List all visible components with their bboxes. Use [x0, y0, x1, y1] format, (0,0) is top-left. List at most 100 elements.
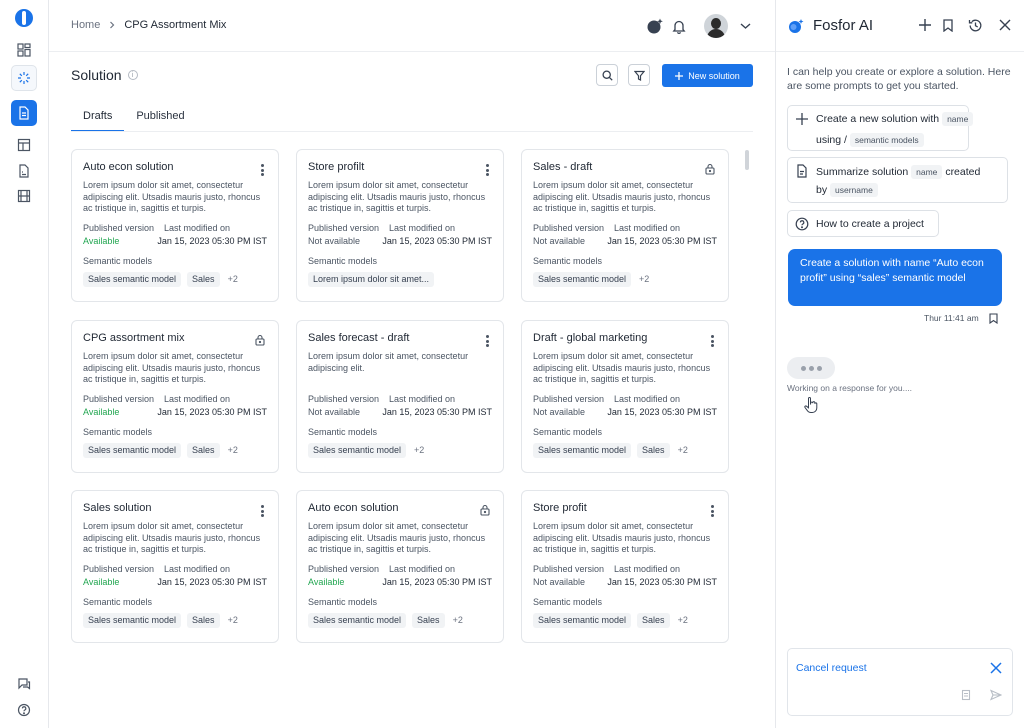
semantic-model-chip: Sales: [187, 613, 220, 628]
close-icon[interactable]: [997, 17, 1013, 33]
semantic-model-chip: Sales semantic model: [83, 272, 182, 287]
card-description: Lorem ipsum dolor sit amet, consectetur …: [533, 521, 711, 554]
tab-divider: [71, 131, 753, 132]
more-options-icon[interactable]: [711, 335, 715, 347]
semantic-model-chip: Sales semantic model: [533, 613, 632, 628]
more-count[interactable]: +2: [412, 443, 426, 458]
more-count[interactable]: +2: [637, 272, 651, 287]
solution-card[interactable]: Sales forecast - draft Lorem ipsum dolor…: [296, 320, 504, 473]
more-options-icon[interactable]: [261, 505, 265, 517]
lock-icon: [705, 163, 715, 175]
bell-icon[interactable]: [669, 16, 689, 36]
semantic-models-label: Semantic models: [83, 597, 153, 607]
card-title: Store profit: [533, 502, 587, 514]
ai-assistant-icon[interactable]: [645, 16, 665, 36]
semantic-models-label: Semantic models: [83, 427, 153, 437]
bookmark-icon[interactable]: [940, 17, 956, 33]
published-version-label: Published version: [308, 394, 380, 404]
solution-document-icon[interactable]: [11, 100, 37, 126]
published-version-label: Published version: [83, 394, 155, 404]
more-options-icon[interactable]: [711, 505, 715, 517]
solution-card[interactable]: CPG assortment mix Lorem ipsum dolor sit…: [71, 320, 279, 473]
more-count[interactable]: +2: [226, 443, 240, 458]
tab-published[interactable]: Published: [124, 106, 196, 132]
status-badge: Available: [308, 577, 345, 587]
published-version-label: Published version: [83, 564, 155, 574]
modified-date: Jan 15, 2023 05:30 PM IST: [607, 407, 717, 417]
solution-card[interactable]: Draft - global marketing Lorem ipsum dol…: [521, 320, 729, 473]
ai-spark-icon[interactable]: [11, 65, 37, 91]
typing-indicator: [787, 357, 835, 379]
summarize-document-icon: [797, 164, 807, 178]
more-count[interactable]: +2: [676, 443, 690, 458]
chat-input-area[interactable]: Cancel request: [787, 648, 1013, 716]
semantic-model-chips: Sales semantic model Sales +2: [533, 443, 717, 458]
published-version-label: Published version: [533, 223, 605, 233]
semantic-model-chip: Lorem ipsum dolor sit amet...: [308, 272, 435, 287]
film-icon[interactable]: [11, 183, 37, 209]
published-version-label: Published version: [308, 564, 380, 574]
more-count[interactable]: +2: [676, 613, 690, 628]
search-icon: [601, 69, 613, 81]
more-options-icon[interactable]: [486, 164, 490, 176]
history-icon[interactable]: [967, 17, 983, 33]
solution-card[interactable]: Sales - draft Lorem ipsum dolor sit amet…: [521, 149, 729, 302]
send-icon[interactable]: [990, 689, 1002, 701]
card-description: Lorem ipsum dolor sit amet, consectetur …: [83, 180, 261, 213]
prompt-create-solution[interactable]: Create a new solution with name using / …: [787, 105, 974, 151]
last-modified-label: Last modified on: [389, 394, 456, 404]
more-count[interactable]: +2: [226, 613, 240, 628]
bookmark-icon[interactable]: [989, 313, 998, 324]
more-options-icon[interactable]: [261, 164, 265, 176]
semantic-model-chips: Sales semantic model Sales +2: [308, 613, 492, 628]
plus-icon[interactable]: [917, 17, 933, 33]
card-description: Lorem ipsum dolor sit amet, consectetur …: [533, 180, 711, 213]
avatar[interactable]: [704, 14, 728, 38]
report-icon[interactable]: [11, 158, 37, 184]
filter-button[interactable]: [628, 64, 650, 86]
more-count[interactable]: +2: [451, 613, 465, 628]
main-area: Home CPG Assortment Mix Solution i New s…: [49, 0, 775, 728]
layout-icon[interactable]: [11, 132, 37, 158]
modified-date: Jan 15, 2023 05:30 PM IST: [382, 407, 492, 417]
plus-icon: [675, 71, 684, 80]
app-logo[interactable]: [15, 9, 33, 27]
card-description: Lorem ipsum dolor sit amet, consectetur …: [308, 180, 486, 213]
cancel-request-link[interactable]: Cancel request: [796, 662, 867, 674]
tab-drafts[interactable]: Drafts: [71, 106, 125, 132]
solution-card[interactable]: Store profit Lorem ipsum dolor sit amet,…: [521, 490, 729, 643]
solution-card[interactable]: Sales solution Lorem ipsum dolor sit ame…: [71, 490, 279, 643]
grid-icon[interactable]: [11, 37, 37, 63]
info-icon[interactable]: i: [127, 70, 138, 80]
solution-card[interactable]: Auto econ solution Lorem ipsum dolor sit…: [71, 149, 279, 302]
solution-card[interactable]: Auto econ solution Lorem ipsum dolor sit…: [296, 490, 504, 643]
scrollbar-thumb[interactable]: [745, 150, 749, 170]
card-title: Sales - draft: [533, 161, 593, 173]
semantic-model-chip: Sales semantic model: [83, 443, 182, 458]
tab-bar: Drafts Published: [71, 106, 197, 132]
prompt-summarize-solution[interactable]: Summarize solution name created by usern…: [787, 157, 1008, 203]
status-badge: Not available: [308, 407, 361, 417]
semantic-model-chip: Sales semantic model: [83, 613, 182, 628]
semantic-model-chip: Sales: [187, 443, 220, 458]
last-modified-label: Last modified on: [614, 223, 681, 233]
close-icon[interactable]: [990, 662, 1002, 674]
more-options-icon[interactable]: [486, 335, 490, 347]
card-description: Lorem ipsum dolor sit amet, consectetur …: [308, 521, 486, 554]
semantic-model-chip: Sales: [412, 613, 445, 628]
prompt-how-to-create-project[interactable]: How to create a project: [787, 210, 939, 237]
semantic-model-chip: Sales: [187, 272, 220, 287]
breadcrumb-home[interactable]: Home: [71, 19, 100, 31]
chevron-down-icon[interactable]: [735, 16, 755, 36]
document-icon[interactable]: [960, 689, 972, 701]
semantic-models-label: Semantic models: [533, 597, 603, 607]
feedback-icon[interactable]: [11, 671, 37, 697]
search-button[interactable]: [596, 64, 618, 86]
published-version-label: Published version: [533, 564, 605, 574]
help-icon[interactable]: [11, 697, 37, 723]
solution-card[interactable]: Store profilt Lorem ipsum dolor sit amet…: [296, 149, 504, 302]
top-bar: Home CPG Assortment Mix: [49, 0, 775, 52]
card-title: CPG assortment mix: [83, 332, 185, 344]
more-count[interactable]: +2: [226, 272, 240, 287]
new-solution-button[interactable]: New solution: [662, 64, 753, 87]
